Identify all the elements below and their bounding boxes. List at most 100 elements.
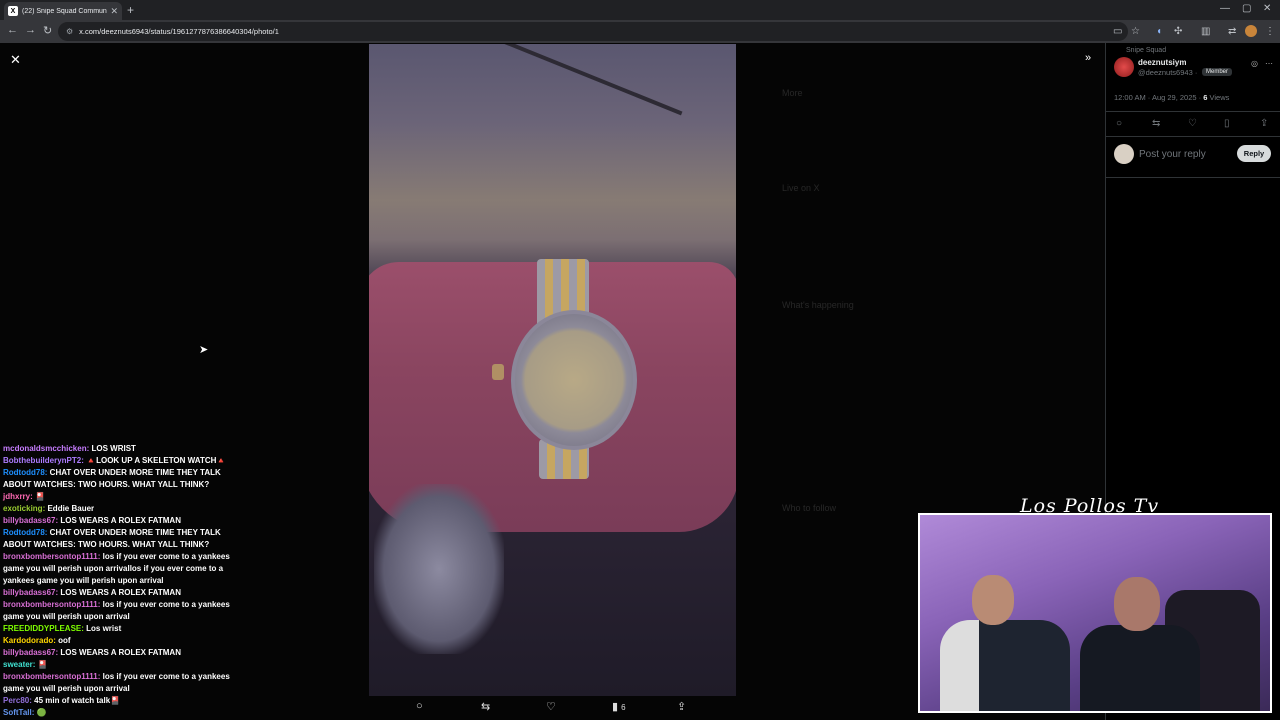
panel-share-icon[interactable]: ⇪ bbox=[1260, 118, 1268, 129]
ghost-follow: Who to follow bbox=[782, 503, 837, 513]
views-count: 6 bbox=[621, 703, 626, 712]
stream-signature-logo: Los Pollos Tv bbox=[1020, 495, 1160, 517]
post-time[interactable]: 12:00 AM · Aug 29, 2025 · bbox=[1114, 93, 1201, 102]
site-info-icon[interactable]: ⚙ bbox=[66, 27, 73, 36]
ghost-live: Live on X bbox=[782, 183, 820, 193]
browser-tab[interactable]: X (22) Snipe Squad Community / X ✕ bbox=[4, 2, 122, 20]
close-window-icon[interactable]: ✕ bbox=[1263, 3, 1271, 14]
member-badge: Member bbox=[1202, 68, 1233, 76]
chat-message: billybadass67: LOS WEARS A ROLEX FATMAN bbox=[3, 515, 235, 527]
chat-username[interactable]: BobthebuilderynPT2: bbox=[3, 456, 84, 465]
chat-username[interactable]: billybadass67: bbox=[3, 516, 58, 525]
chat-username[interactable]: jdhxrry: bbox=[3, 492, 33, 501]
post-views-label: Views bbox=[1209, 93, 1230, 102]
more-options-icon[interactable]: ⋯ bbox=[1265, 59, 1273, 68]
close-tab-icon[interactable]: ✕ bbox=[110, 6, 118, 17]
chat-text: LOS WEARS A ROLEX FATMAN bbox=[60, 648, 181, 657]
panel-bookmark-icon[interactable]: ▯ bbox=[1224, 118, 1230, 129]
close-viewer-icon[interactable]: ✕ bbox=[10, 52, 21, 68]
chat-message: sweater: 🎴 bbox=[3, 659, 235, 671]
back-icon[interactable]: ← bbox=[7, 24, 18, 36]
panel-repost-icon[interactable]: ⇆ bbox=[1152, 118, 1160, 129]
chat-username[interactable]: bronxbombersontop1111: bbox=[3, 672, 100, 681]
photo-watch-crown bbox=[492, 364, 504, 380]
chat-username[interactable]: exoticking: bbox=[3, 504, 45, 513]
chat-text: oof bbox=[58, 636, 71, 645]
chat-username[interactable]: bronxbombersontop1111: bbox=[3, 552, 100, 561]
divider bbox=[1106, 136, 1280, 137]
reload-icon[interactable]: ↻ bbox=[43, 24, 52, 37]
chat-message: Perc80: 45 min of watch talk🎴 bbox=[3, 695, 235, 707]
minimize-icon[interactable]: — bbox=[1220, 3, 1230, 14]
cast-icon[interactable]: ▭ bbox=[1113, 26, 1122, 37]
chat-text: 🎴 bbox=[35, 492, 45, 501]
chat-message: jdhxrry: 🎴 bbox=[3, 491, 235, 503]
chat-username[interactable]: Perc80: bbox=[3, 696, 32, 705]
author-handle[interactable]: @deeznuts6943 · bbox=[1138, 68, 1197, 77]
streamer-left-body bbox=[940, 620, 1070, 711]
author-avatar[interactable] bbox=[1114, 57, 1134, 77]
chat-text: 🟢 bbox=[36, 708, 47, 717]
author-name[interactable]: deeznutsiym bbox=[1138, 58, 1186, 67]
reply-icon[interactable]: ○ bbox=[416, 700, 423, 712]
ghost-happening: What's happening bbox=[782, 300, 854, 310]
chat-message: bronxbombersontop1111: los if you ever c… bbox=[3, 599, 235, 623]
tab-title: (22) Snipe Squad Community / X bbox=[22, 7, 107, 15]
post-photo[interactable] bbox=[369, 44, 736, 696]
x-logo-icon: X bbox=[8, 6, 18, 16]
new-tab-icon[interactable]: + bbox=[127, 3, 134, 17]
browser-toolbar: ← → ↻ ⚙ x.com/deeznuts6943/status/196127… bbox=[0, 20, 1280, 43]
chat-username[interactable]: mcdonaldsmcchicken: bbox=[3, 444, 89, 453]
bookmark-star-icon[interactable]: ☆ bbox=[1131, 26, 1140, 37]
collapse-panel-icon[interactable]: » bbox=[1085, 52, 1091, 64]
chat-username[interactable]: sweater: bbox=[3, 660, 35, 669]
panel-reply-icon[interactable]: ○ bbox=[1116, 118, 1122, 129]
repost-icon[interactable]: ⇆ bbox=[481, 700, 490, 713]
extension-icon[interactable]: ◖ bbox=[1156, 26, 1162, 37]
chat-username[interactable]: FREEDIDDYPLEASE: bbox=[3, 624, 84, 633]
chat-username[interactable]: bronxbombersontop1111: bbox=[3, 600, 100, 609]
forward-icon[interactable]: → bbox=[25, 24, 36, 36]
streamer-right-body bbox=[1080, 625, 1200, 711]
chat-message: FREEDIDDYPLEASE: Los wrist bbox=[3, 623, 235, 635]
chat-message: bronxbombersontop1111: los if you ever c… bbox=[3, 551, 235, 587]
streamer-right-head bbox=[1114, 577, 1160, 631]
address-bar[interactable]: ⚙ x.com/deeznuts6943/status/196127787638… bbox=[58, 22, 1128, 41]
stream-chat-overlay: mcdonaldsmcchicken: LOS WRIST Bobthebuild… bbox=[3, 443, 235, 719]
chat-username[interactable]: billybadass67: bbox=[3, 588, 58, 597]
photo-watch-face bbox=[511, 310, 637, 450]
community-label[interactable]: Snipe Squad bbox=[1126, 47, 1166, 54]
chat-text: Los wrist bbox=[86, 624, 122, 633]
panel-like-icon[interactable]: ♡ bbox=[1188, 118, 1197, 129]
maximize-icon[interactable]: ▢ bbox=[1242, 3, 1251, 14]
chat-username[interactable]: billybadass67: bbox=[3, 648, 58, 657]
photo-floor-line bbox=[495, 44, 683, 116]
chat-username[interactable]: Rodtodd78: bbox=[3, 528, 47, 537]
extensions-puzzle-icon[interactable]: ✣ bbox=[1174, 26, 1182, 37]
my-avatar bbox=[1114, 144, 1134, 164]
divider bbox=[1106, 111, 1280, 112]
grok-icon[interactable]: ◎ bbox=[1251, 59, 1258, 68]
webcam-overlay bbox=[918, 513, 1272, 713]
post-views-count: 6 bbox=[1203, 93, 1208, 102]
views-button[interactable]: ▮ 6 bbox=[612, 700, 626, 713]
profile-avatar[interactable] bbox=[1245, 25, 1257, 37]
streamer-left-head bbox=[972, 575, 1014, 625]
chat-message: mcdonaldsmcchicken: LOS WRIST bbox=[3, 443, 235, 455]
reply-button[interactable]: Reply bbox=[1237, 145, 1271, 162]
chat-message: Rodtodd78: CHAT OVER UNDER MORE TIME THE… bbox=[3, 467, 235, 491]
photo-cloth bbox=[374, 484, 504, 654]
menu-icon[interactable]: ⋮ bbox=[1265, 26, 1275, 37]
reply-input[interactable]: Post your reply bbox=[1139, 149, 1206, 160]
mouse-cursor-icon: ➤ bbox=[199, 344, 209, 356]
chat-username[interactable]: SoftTall: bbox=[3, 708, 34, 717]
chat-message: billybadass67: LOS WEARS A ROLEX FATMAN bbox=[3, 647, 235, 659]
chat-username[interactable]: Kardodorado: bbox=[3, 636, 56, 645]
like-icon[interactable]: ♡ bbox=[546, 700, 556, 713]
sidebar-icon[interactable]: ▥ bbox=[1201, 26, 1210, 37]
tab-search-icon[interactable]: ⇄ bbox=[1228, 26, 1236, 37]
chat-username[interactable]: Rodtodd78: bbox=[3, 468, 47, 477]
browser-tabstrip: X (22) Snipe Squad Community / X ✕ + — ▢… bbox=[0, 0, 1280, 20]
share-icon[interactable]: ⇪ bbox=[677, 700, 686, 713]
chat-message: bronxbombersontop1111: los if you ever c… bbox=[3, 671, 235, 695]
